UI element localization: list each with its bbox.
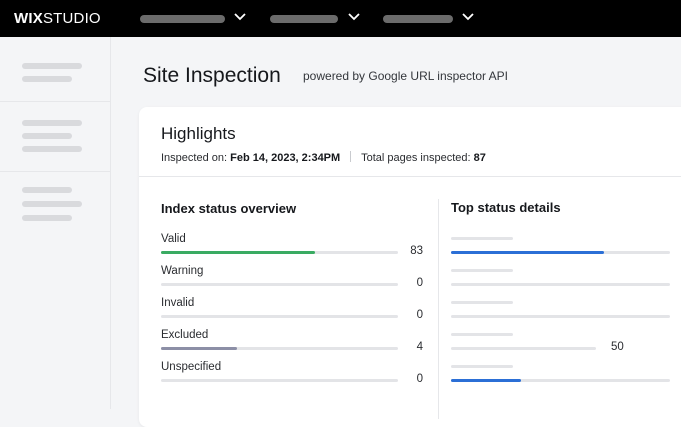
status-label: Unspecified [161,361,222,373]
main-content: Site Inspection powered by Google URL in… [111,37,681,427]
status-detail-label-placeholder [451,365,513,368]
sidebar-item-placeholder [22,133,72,139]
status-bar-track [161,315,398,318]
status-detail-bar-track [451,315,670,318]
top-status-row[interactable] [451,269,681,289]
top-status-row[interactable] [451,301,681,321]
status-bar-track [161,283,398,286]
status-label: Excluded [161,329,209,341]
sidebar-item-placeholder [22,63,82,69]
sidebar-item-placeholder [22,120,82,126]
chevron-down-icon[interactable] [461,11,475,23]
sidebar-section-2[interactable] [0,102,110,172]
status-detail-label-placeholder [451,237,513,240]
status-bar-track [161,251,398,254]
highlights-title: Highlights [161,124,236,143]
status-label: Warning [161,265,204,277]
sidebar-item-placeholder [22,201,82,207]
status-count: 0 [416,309,423,321]
status-detail-label-placeholder [451,301,513,304]
status-count: 0 [416,373,423,385]
status-detail-bar-track [451,283,670,286]
chevron-down-icon[interactable] [233,11,247,23]
sidebar-item-placeholder [22,146,82,152]
status-detail-bar-fill [451,251,605,254]
status-bar-fill [161,251,316,254]
sidebar-item-placeholder [22,76,72,82]
inspected-on-label: Inspected on: [161,152,228,164]
status-bar-fill [161,347,237,350]
status-label: Invalid [161,297,195,309]
nav-menu-1-placeholder[interactable] [140,15,225,23]
status-count: 0 [416,277,423,289]
inspected-on-value: Feb 14, 2023, 2:34PM [230,152,341,164]
top-status-row[interactable] [451,237,681,257]
meta-divider [350,151,352,162]
top-bar: WIXSTUDIO [0,0,681,37]
top-status-title: Top status details [451,200,561,215]
index-status-title: Index status overview [161,201,297,216]
status-bar-track [161,379,398,382]
status-count: 4 [416,341,423,353]
page-subtitle: powered by Google URL inspector API [303,69,509,83]
nav-menu-3-placeholder[interactable] [383,15,453,23]
nav-menu-2-placeholder[interactable] [270,15,338,23]
total-pages-label: Total pages inspected: [361,152,471,164]
status-label: Valid [161,233,186,245]
status-detail-label-placeholder [451,269,513,272]
status-bar-track [161,347,398,350]
inspection-meta: Inspected on: Feb 14, 2023, 2:34PM Total… [161,151,486,164]
page-title: Site Inspection [143,64,281,87]
chevron-down-icon[interactable] [347,11,361,23]
status-detail-label-placeholder [451,333,513,336]
column-divider [438,199,439,419]
wix-studio-logo[interactable]: WIXSTUDIO [14,10,101,27]
total-pages-value: 87 [473,152,486,164]
highlights-card: Highlights Inspected on: Feb 14, 2023, 2… [139,107,681,427]
status-detail-bar-track [451,347,596,350]
sidebar [0,37,111,409]
logo-studio-text: STUDIO [42,10,101,27]
top-status-row[interactable]: 50 [451,333,681,353]
status-detail-count: 50 [611,341,624,353]
top-status-row[interactable] [451,365,681,385]
status-detail-bar-track [451,251,670,254]
sidebar-section-1[interactable] [0,37,110,102]
sidebar-section-3[interactable] [0,172,110,238]
logo-wix-text: WIX [14,10,43,27]
card-divider [139,176,681,177]
status-count: 83 [410,245,423,257]
status-detail-bar-track [451,379,670,382]
sidebar-item-placeholder [22,187,72,193]
status-detail-bar-fill [451,379,522,382]
sidebar-item-placeholder [22,215,72,221]
